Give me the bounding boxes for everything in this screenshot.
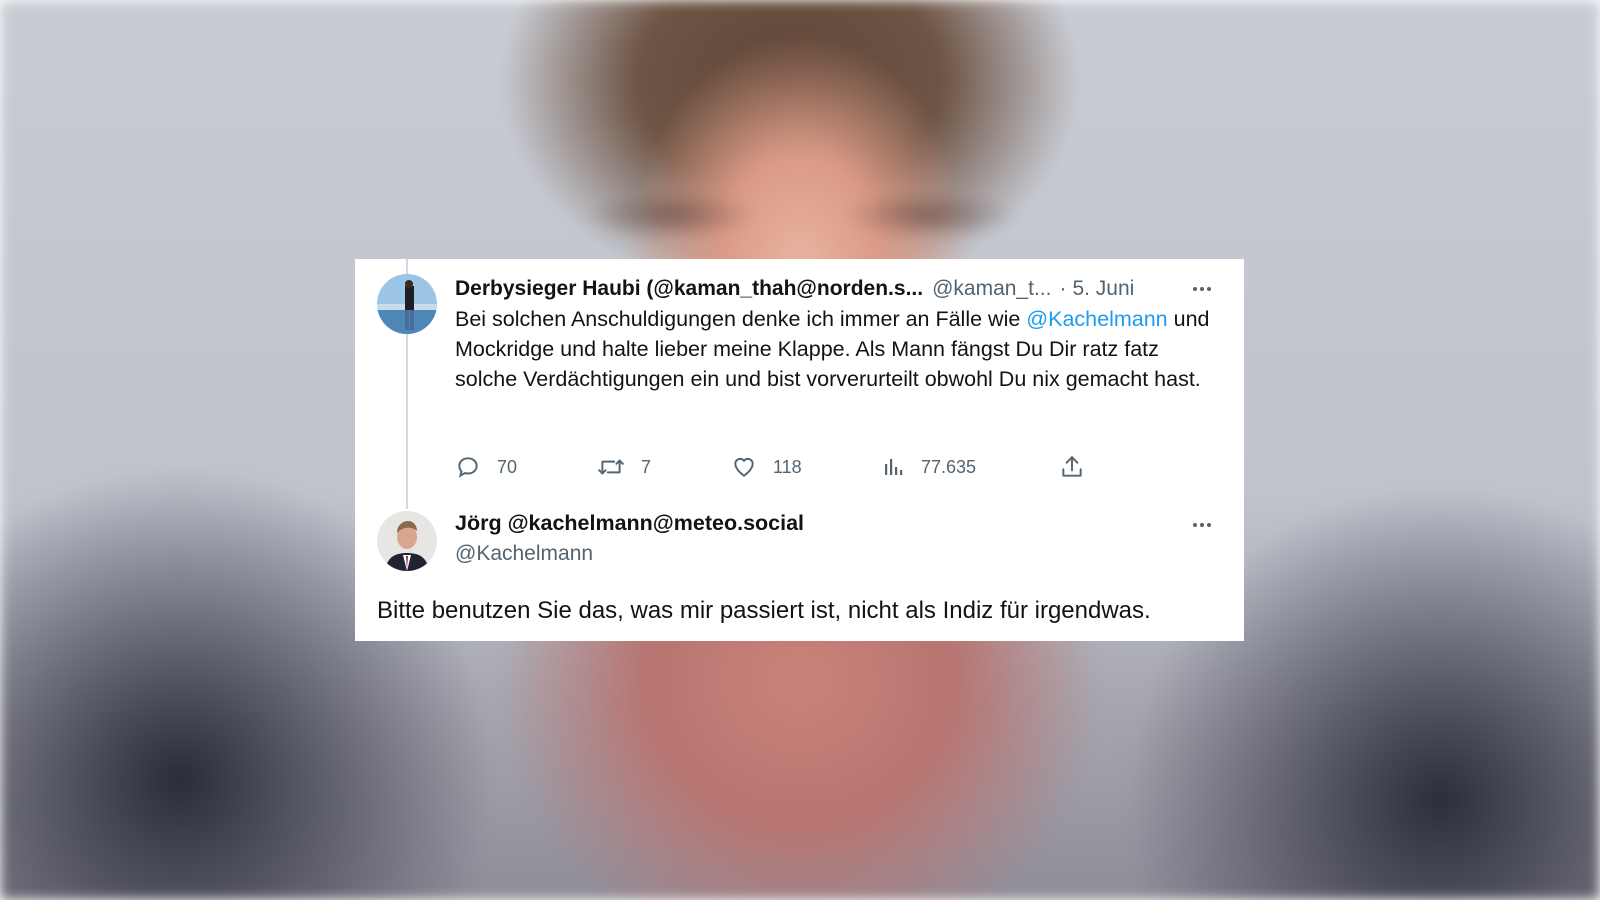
- share-icon: [1062, 456, 1082, 477]
- heart-icon: [734, 457, 754, 477]
- tweet1-header: Derbysieger Haubi (@kaman_thah@norden.s.…: [455, 275, 1175, 303]
- tweet1-handle[interactable]: @kaman_t...: [932, 277, 1051, 301]
- tweet-thread-card: Derbysieger Haubi (@kaman_thah@norden.s.…: [355, 259, 1244, 641]
- views-count: 77.635: [921, 456, 977, 477]
- tweet2-text: Bitte benutzen Sie das, was mir passiert…: [377, 597, 1151, 624]
- reply-button[interactable]: 70: [455, 447, 517, 487]
- tweet1-action-bar: 70 7 118 77.635: [455, 447, 1115, 487]
- tweet2-display-name[interactable]: Jörg @kachelmann@meteo.social: [455, 511, 804, 536]
- views-icon: [885, 459, 903, 475]
- avatar-derbysieger-haubi[interactable]: [377, 274, 437, 334]
- tweet1-text-before: Bei solchen Anschuldigungen denke ich im…: [455, 307, 1027, 331]
- views-button[interactable]: 77.635: [881, 447, 976, 487]
- tweet1-display-name[interactable]: Derbysieger Haubi (@kaman_thah@norden.s.…: [455, 277, 923, 301]
- share-button[interactable]: [1059, 447, 1101, 487]
- reply-icon: [458, 457, 478, 478]
- tweet1-separator: ·: [1059, 277, 1067, 300]
- tweet1-date[interactable]: 5. Juni: [1072, 277, 1134, 301]
- like-button[interactable]: 118: [731, 447, 802, 487]
- tweet1-text: Bei solchen Anschuldigungen denke ich im…: [455, 304, 1215, 394]
- like-count: 118: [773, 456, 802, 477]
- retweet-icon: [598, 459, 624, 475]
- tweet1-mention-link[interactable]: @Kachelmann: [1026, 307, 1167, 331]
- reply-count: 70: [497, 456, 518, 477]
- retweet-button[interactable]: 7: [597, 447, 651, 487]
- avatar-joerg-kachelmann[interactable]: [377, 511, 437, 571]
- tweet2-handle[interactable]: @Kachelmann: [455, 542, 593, 566]
- more-icon[interactable]: [1187, 279, 1217, 299]
- retweet-count: 7: [641, 456, 652, 477]
- more-icon[interactable]: [1187, 515, 1217, 535]
